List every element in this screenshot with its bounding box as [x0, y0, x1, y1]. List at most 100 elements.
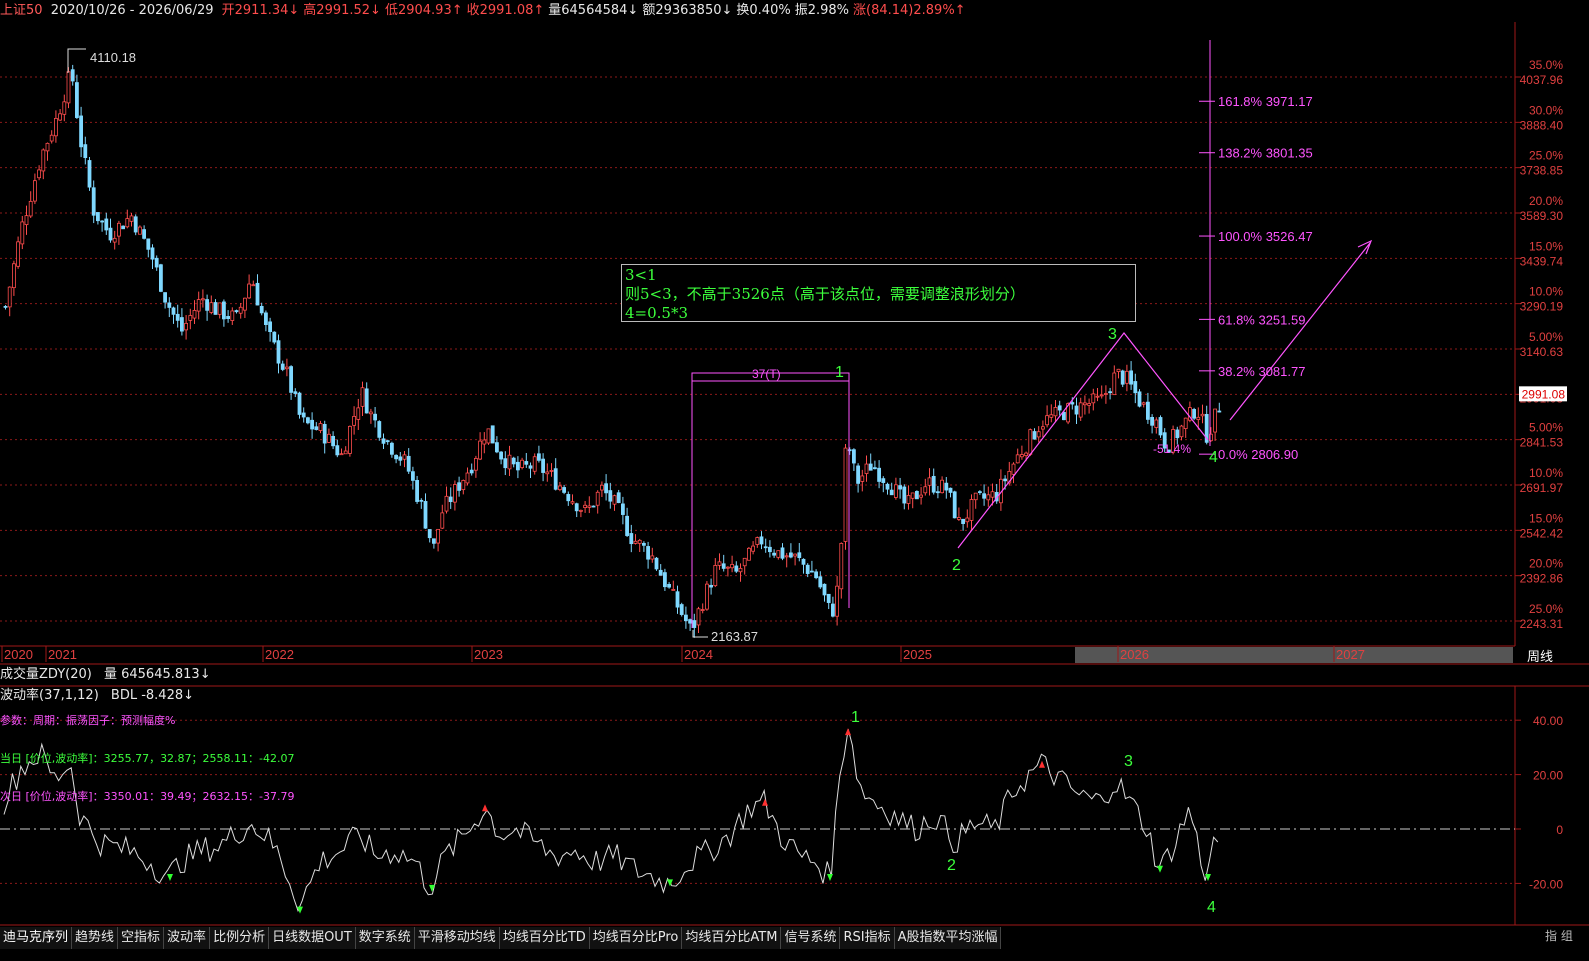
candle-up: [990, 491, 995, 498]
candle-down: [721, 563, 726, 569]
index-name[interactable]: 上证50: [0, 3, 43, 18]
candle-down: [410, 471, 415, 481]
volume-indicator-name[interactable]: 成交量ZDY(20): [0, 667, 92, 682]
low-price-label: 2163.87: [711, 629, 758, 644]
candle-down: [541, 458, 545, 473]
candle-down: [133, 216, 138, 233]
candle-up: [37, 169, 41, 179]
candle-up: [520, 459, 524, 468]
candle-down: [503, 458, 508, 469]
candle-down: [1175, 429, 1180, 439]
candle-down: [625, 515, 629, 536]
amplitude-value: 振2.98%: [794, 3, 850, 18]
indicator-tab-1[interactable]: 趋势线: [72, 927, 119, 949]
candle-down: [801, 558, 806, 565]
indicator-tab-10[interactable]: 均线百分比ATM: [682, 927, 782, 949]
bottom-right-label[interactable]: 指 组: [1545, 927, 1573, 944]
osc-indicator-name[interactable]: 波动率(37,1,12): [0, 688, 99, 703]
candle-down: [394, 454, 399, 460]
candle-down: [1057, 405, 1062, 411]
candle-up: [16, 241, 21, 267]
candle-down: [389, 442, 394, 455]
candle-down: [272, 331, 277, 343]
indicator-tab-8[interactable]: 均线百分比TD: [499, 927, 590, 949]
candle-up: [612, 495, 617, 505]
candle-up: [923, 486, 928, 494]
candle-up: [247, 283, 252, 299]
candle-up: [705, 583, 709, 610]
fib-level-label: 161.8% 3971.17: [1218, 94, 1313, 109]
indicator-tab-7[interactable]: 平滑移动均线: [414, 927, 500, 949]
candle-up: [1087, 403, 1091, 406]
candle-down: [171, 307, 176, 315]
candle-down: [406, 455, 411, 472]
indicator-tab-3[interactable]: 波动率: [164, 927, 211, 949]
candle-down: [805, 564, 810, 574]
annotation-line-2: 则5<3，不高于3526点（高于该点位，需要调整浪形划分）: [625, 285, 1025, 303]
indicator-tab-9[interactable]: 均线百分比Pro: [589, 927, 683, 949]
high-price-label: 4110.18: [90, 50, 136, 65]
candle-up: [940, 479, 944, 494]
wave-annotation-box[interactable]: 3<1 则5<3，不高于3526点（高于该点位，需要调整浪形划分） 4=0.5*…: [621, 264, 1136, 322]
period-label[interactable]: 周线: [1527, 646, 1553, 665]
candle-up: [58, 113, 62, 121]
candle-up: [835, 585, 839, 617]
candle-down: [83, 144, 88, 159]
indicator-tab-0[interactable]: 迪马克序列: [0, 927, 73, 949]
candle-down: [898, 485, 902, 490]
candle-down: [642, 542, 646, 546]
candle-down: [1003, 478, 1007, 482]
candle-down: [301, 412, 306, 418]
indicator-tab-11[interactable]: 信号系统: [781, 927, 841, 949]
candle-up: [482, 439, 487, 445]
axis-pct-label: 20.0%: [1529, 557, 1563, 571]
osc-tick-label: 0: [1556, 823, 1563, 837]
candle-down: [377, 421, 382, 438]
indicator-tab-12[interactable]: RSI指标: [840, 927, 895, 949]
candle-up: [184, 322, 189, 331]
indicator-tab-2[interactable]: 空指标: [118, 927, 165, 949]
candle-down: [499, 451, 504, 460]
right-price-axis: 35.0%4037.9630.0%3888.4025.0%3738.8520.0…: [1515, 58, 1567, 631]
candle-up: [1154, 419, 1159, 428]
candle-up: [1125, 370, 1129, 384]
candle-up: [1183, 417, 1188, 429]
candle-down: [469, 469, 474, 474]
indicator-tab-5[interactable]: 日线数据OUT: [269, 927, 356, 949]
candle-up: [910, 492, 915, 499]
candle-down: [154, 257, 159, 268]
candle-down: [1192, 409, 1196, 419]
candle-down: [3, 305, 8, 308]
candle-up: [906, 495, 911, 504]
candle-up: [1015, 454, 1020, 464]
candle-down: [419, 499, 424, 502]
candle-up: [112, 237, 117, 243]
candle-down: [831, 603, 835, 617]
trough-marker: [827, 873, 833, 881]
indicator-tab-13[interactable]: A股指数平均涨幅: [894, 927, 1002, 949]
fib-level-label: 138.2% 3801.35: [1218, 146, 1313, 161]
indicator-tab-bar: 迪马克序列 趋势线 空指标 波动率 比例分析 日线数据OUT 数字系统 平滑移动均线 均线百分比…: [0, 927, 1540, 949]
candle-down: [931, 475, 936, 493]
candle-up: [137, 226, 142, 235]
candle-up: [368, 411, 373, 415]
indicator-tab-6[interactable]: 数字系统: [355, 927, 415, 949]
candle-down: [608, 490, 613, 502]
candle-up: [45, 142, 50, 152]
axis-price-label: 2841.53: [1520, 436, 1564, 450]
candle-up: [20, 221, 25, 245]
candle-up: [1011, 463, 1016, 475]
candle-down: [810, 570, 814, 573]
candle-down: [280, 363, 285, 370]
candle-down: [604, 483, 608, 494]
candle-down: [108, 227, 113, 241]
candle-down: [961, 518, 965, 524]
candle-down: [1129, 370, 1133, 385]
axis-price-label: 4037.96: [1520, 73, 1564, 87]
osc-wave-label-2: 2: [947, 857, 956, 874]
candle-down: [121, 225, 125, 230]
candle-up: [1045, 415, 1049, 426]
indicator-tab-4[interactable]: 比例分析: [210, 927, 270, 949]
chart-canvas[interactable]: 4110.182163.8737(T)161.8% 3971.17138.2% …: [0, 0, 1589, 961]
candle-up: [1213, 408, 1217, 433]
